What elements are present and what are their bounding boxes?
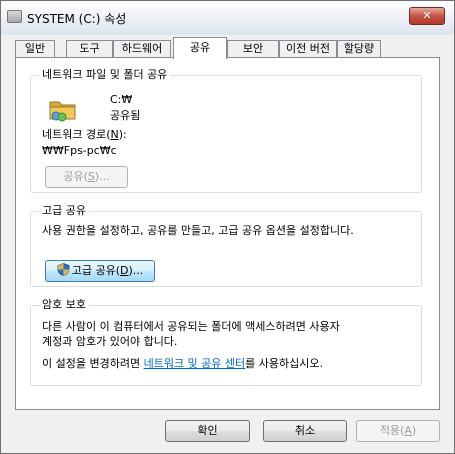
advanced-sharing-group: 고급 공유 사용 권한을 설정하고, 공유를 만들고, 고급 공유 옵션을 설정…: [30, 204, 422, 287]
tab-hardware[interactable]: 하드웨어: [113, 40, 171, 58]
drive-icon: [7, 10, 22, 23]
tab-previous-versions[interactable]: 이전 버전: [279, 40, 337, 58]
password-protection-title: 암호 보호: [39, 298, 89, 312]
drive-path: C:₩: [110, 93, 133, 106]
properties-window: SYSTEM (C:) 속성 ✕ 일반 도구 하드웨어 공유 보안 이전 버전 …: [0, 0, 455, 454]
cancel-button[interactable]: 취소: [263, 420, 347, 442]
password-line-1: 다른 사람이 이 컴퓨터에서 공유되는 폴더에 액세스하려면 사용자: [42, 320, 340, 333]
network-path-value: ₩₩Fps-pc₩c: [42, 144, 117, 157]
tab-tools[interactable]: 도구: [66, 40, 113, 58]
share-status: 공유됨: [110, 109, 141, 122]
uac-shield-icon: [57, 263, 70, 276]
apply-button[interactable]: 적용(A): [356, 420, 440, 442]
password-protection-group: 암호 보호 다른 사람이 이 컴퓨터에서 공유되는 폴더에 액세스하려면 사용자…: [30, 298, 422, 386]
advanced-sharing-button[interactable]: 고급 공유(D)...: [45, 260, 155, 282]
close-button[interactable]: ✕: [409, 7, 445, 25]
tab-general[interactable]: 일반: [15, 40, 55, 58]
password-line-2: 계정과 암호가 있어야 합니다.: [42, 335, 178, 348]
advanced-sharing-title: 고급 공유: [39, 204, 89, 218]
tab-security[interactable]: 보안: [227, 40, 279, 58]
network-path-label: 네트워크 경로(N):: [42, 128, 127, 141]
network-sharing-title: 네트워크 파일 및 폴더 공유: [39, 68, 171, 82]
advanced-sharing-description: 사용 권한을 설정하고, 공유를 만들고, 고급 공유 옵션을 설정합니다.: [42, 224, 354, 237]
tab-sharing[interactable]: 공유: [173, 37, 227, 59]
password-change-text: 이 설정을 변경하려면 네트워크 및 공유 센터를 사용하십시오.: [42, 357, 323, 370]
ok-button[interactable]: 확인: [165, 420, 250, 442]
shared-folder-icon: [49, 101, 76, 122]
share-button[interactable]: 공유(S)...: [45, 166, 128, 188]
network-sharing-group: 네트워크 파일 및 폴더 공유 C:₩ 공유됨 네트워크 경로(N): ₩₩Fp…: [30, 68, 422, 193]
sharing-panel: 네트워크 파일 및 폴더 공유 C:₩ 공유됨 네트워크 경로(N): ₩₩Fp…: [15, 57, 440, 410]
network-sharing-center-link[interactable]: 네트워크 및 공유 센터: [144, 357, 246, 370]
tab-quota[interactable]: 할당량: [337, 40, 381, 58]
title-bar[interactable]: SYSTEM (C:) 속성 ✕: [1, 1, 454, 35]
window-title: SYSTEM (C:) 속성: [27, 12, 127, 26]
